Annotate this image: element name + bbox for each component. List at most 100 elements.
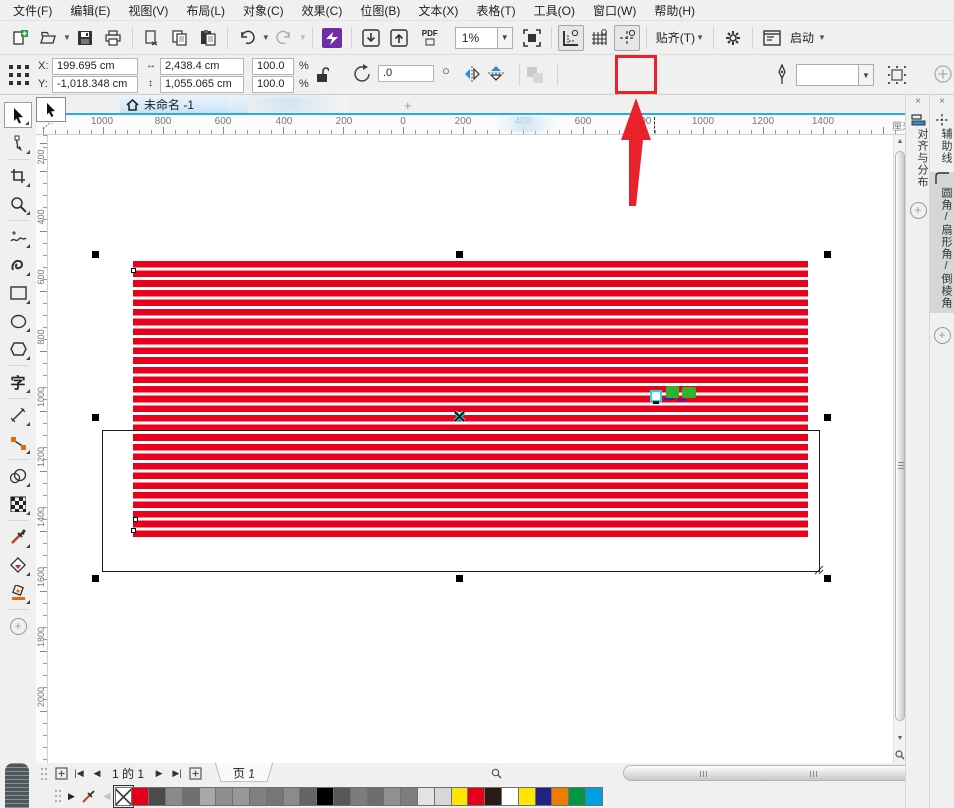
close-icon[interactable]: × (906, 95, 930, 109)
palette-eyedropper-icon[interactable] (81, 788, 97, 804)
copy-button[interactable] (167, 25, 193, 51)
transparency-tool[interactable] (4, 491, 32, 517)
interactive-fill-tool[interactable] (4, 552, 32, 578)
docker-tab-corners-section[interactable]: 圆角/扇形角/倒棱角 (930, 172, 954, 313)
undo-dropdown[interactable]: ▼ (262, 33, 270, 42)
parallel-dimension-tool[interactable] (4, 402, 32, 428)
menu-item-4[interactable]: 对象(C) (234, 0, 293, 21)
guideline-toggle-button[interactable] (614, 25, 640, 51)
wrap-text-icon[interactable] (886, 64, 908, 86)
swatch-no-color[interactable] (115, 787, 133, 806)
menu-item-11[interactable]: 帮助(H) (645, 0, 704, 21)
menu-item-2[interactable]: 视图(V) (119, 0, 177, 21)
connector-tool[interactable] (4, 430, 32, 456)
selection-handle-bottom-left[interactable] (92, 575, 99, 582)
toolbox-customize-plus-icon[interactable]: + (10, 618, 27, 635)
print-button[interactable] (100, 25, 126, 51)
import-button[interactable] (358, 25, 384, 51)
rectangle-tool[interactable] (4, 280, 32, 306)
paste-button[interactable] (195, 25, 221, 51)
publish-pdf-button[interactable]: PDF (414, 25, 446, 51)
vertical-scrollbar[interactable]: ▲ ▼ (893, 135, 905, 763)
zoom-navigator-icon[interactable] (490, 767, 502, 780)
outline-pen-icon[interactable] (774, 64, 790, 86)
selection-handle-top-left[interactable] (92, 251, 99, 258)
color-swatch-1[interactable] (131, 787, 149, 806)
color-swatch-21[interactable] (467, 787, 485, 806)
color-swatch-24[interactable] (518, 787, 536, 806)
color-swatch-20[interactable] (451, 787, 469, 806)
selection-handle-bottom-middle[interactable] (456, 575, 463, 582)
curve-node[interactable] (131, 268, 136, 273)
add-page-before-button[interactable] (53, 766, 69, 782)
menu-item-7[interactable]: 文本(X) (409, 0, 467, 21)
palette-scroll-left-arrow[interactable]: ◀ (103, 791, 111, 802)
color-swatch-14[interactable] (350, 787, 368, 806)
docker-tab-corners[interactable]: 圆角/扇形角/倒棱角 (930, 187, 954, 309)
menu-item-5[interactable]: 效果(C) (293, 0, 352, 21)
palette-flyout-arrow[interactable]: ▶ (68, 791, 75, 802)
ruler-toggle-button[interactable] (558, 25, 584, 51)
color-swatch-7[interactable] (232, 787, 250, 806)
menu-item-0[interactable]: 文件(F) (4, 0, 61, 21)
color-swatch-15[interactable] (367, 787, 385, 806)
launcher-icon[interactable] (319, 25, 345, 51)
color-swatch-11[interactable] (299, 787, 317, 806)
palette-drag-grip[interactable] (54, 788, 62, 804)
redo-dropdown[interactable]: ▼ (299, 33, 307, 42)
color-swatch-12[interactable] (316, 787, 334, 806)
propbar-customize-plus-icon[interactable] (934, 65, 952, 83)
menu-item-6[interactable]: 位图(B) (351, 0, 409, 21)
freehand-tool[interactable] (4, 224, 32, 250)
selection-handle-top-right[interactable] (824, 251, 831, 258)
menu-item-8[interactable]: 表格(T) (467, 0, 524, 21)
menu-item-1[interactable]: 编辑(E) (61, 0, 119, 21)
object-height-field[interactable]: 1,055.065 cm (160, 76, 244, 93)
color-swatch-13[interactable] (333, 787, 351, 806)
smart-fill-tool[interactable] (4, 580, 32, 606)
color-eyedropper-tool[interactable] (4, 524, 32, 550)
outline-rectangle-object[interactable] (102, 430, 820, 572)
color-swatch-22[interactable] (484, 787, 502, 806)
dock-customize-plus-icon[interactable]: + (910, 202, 927, 219)
color-swatch-2[interactable] (148, 787, 166, 806)
color-swatch-9[interactable] (266, 787, 284, 806)
toolbox-overflow-grip[interactable] (5, 763, 29, 808)
next-page-button[interactable]: ▶ (151, 766, 167, 782)
curve-node[interactable] (133, 517, 138, 522)
selection-handle-bottom-right[interactable] (824, 575, 831, 582)
vertical-ruler[interactable]: 200400600800100012001400160018002000 (36, 135, 48, 763)
lock-ratio-icon[interactable] (315, 67, 329, 83)
color-swatch-28[interactable] (585, 787, 603, 806)
selection-handle-middle-left[interactable] (92, 414, 99, 421)
docker-tab-align-distribute[interactable]: 对齐与分布 (906, 128, 930, 188)
redo-button[interactable] (271, 25, 297, 51)
docker-tab-guidelines[interactable]: 辅助线 (930, 128, 954, 164)
outline-width-combo[interactable]: ▼ (796, 64, 874, 86)
crop-tool[interactable] (4, 163, 32, 189)
color-swatch-6[interactable] (215, 787, 233, 806)
color-swatch-16[interactable] (383, 787, 401, 806)
color-swatch-27[interactable] (568, 787, 586, 806)
drop-shadow-tool[interactable] (4, 463, 32, 489)
new-document-button[interactable] (7, 25, 33, 51)
welcome-screen-icon[interactable] (759, 25, 785, 51)
x-position-field[interactable]: 199.695 cm (52, 58, 138, 75)
shape-tool[interactable] (4, 130, 32, 156)
color-swatch-26[interactable] (551, 787, 569, 806)
open-button[interactable] (35, 25, 61, 51)
options-gear-icon[interactable] (720, 25, 746, 51)
curve-node[interactable] (131, 528, 136, 533)
horizontal-scroll-thumb[interactable] (623, 765, 928, 781)
menu-item-3[interactable]: 布局(L) (177, 0, 234, 21)
text-tool[interactable]: 字 (4, 369, 32, 395)
new-document-tab-button[interactable]: + (404, 98, 412, 113)
ellipse-tool[interactable] (4, 308, 32, 334)
grid-toggle-button[interactable] (586, 25, 612, 51)
save-button[interactable] (72, 25, 98, 51)
color-swatch-10[interactable] (283, 787, 301, 806)
selection-center-marker[interactable] (453, 410, 466, 423)
snap-menu-button[interactable]: 贴齐(T)▼ (652, 29, 708, 46)
add-page-after-button[interactable] (187, 766, 203, 782)
polygon-tool[interactable] (4, 336, 32, 362)
